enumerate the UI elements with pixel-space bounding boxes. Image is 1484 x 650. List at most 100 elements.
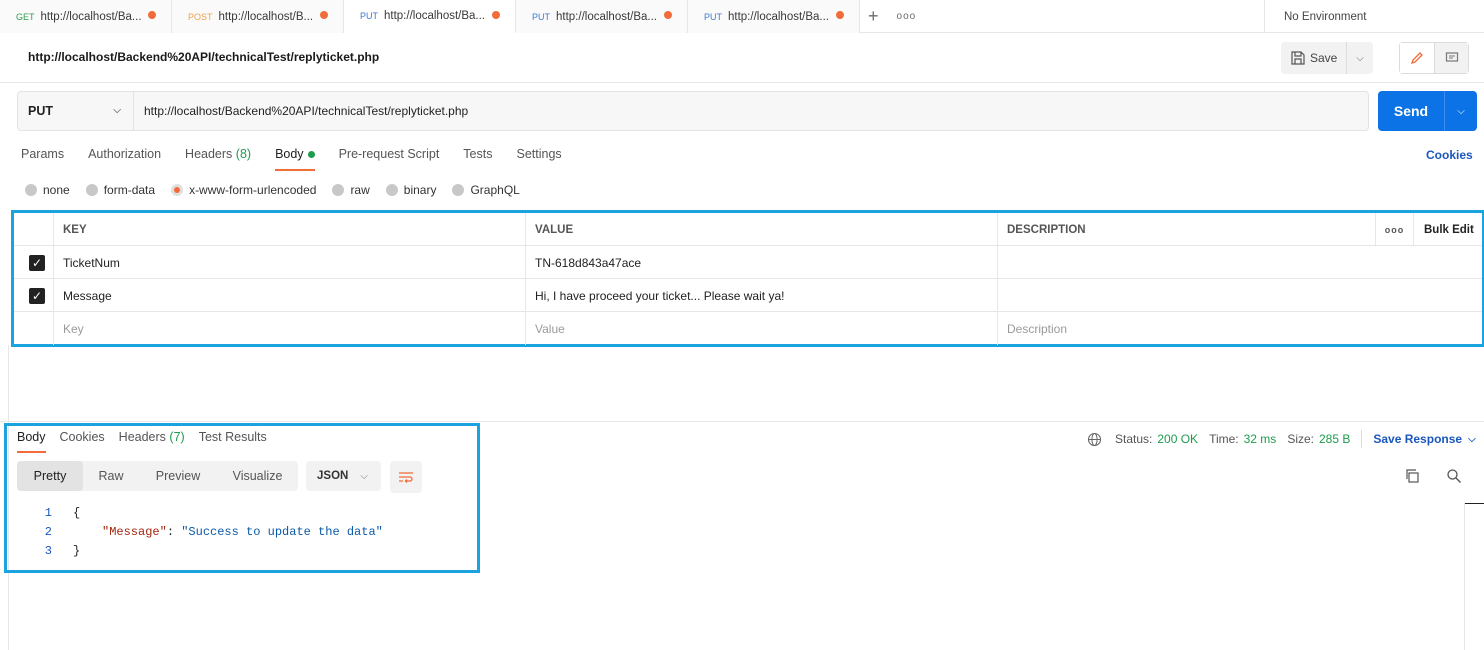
response-view-switch: Pretty Raw Preview Visualize xyxy=(17,461,298,491)
radio-raw[interactable]: raw xyxy=(332,183,370,197)
send-button[interactable]: Send xyxy=(1378,91,1445,131)
active-dot-icon xyxy=(307,151,315,159)
tab-url: http://localhost/Ba... xyxy=(384,10,486,22)
save-response-button[interactable]: Save Response ⌵ xyxy=(1373,432,1475,446)
size-label: Size: xyxy=(1287,432,1314,446)
chevron-down-icon: ⌵ xyxy=(360,470,368,482)
request-header: http://localhost/Backend%20API/technical… xyxy=(0,33,1484,83)
response-headers-count: (7) xyxy=(169,430,185,444)
radio-selected-icon xyxy=(171,184,184,196)
bulk-edit-button[interactable]: Bulk Edit xyxy=(1414,213,1482,246)
wrap-lines-icon xyxy=(399,472,413,483)
radio-form-data[interactable]: form-data xyxy=(85,183,156,197)
copy-icon[interactable] xyxy=(1404,468,1420,484)
documentation-mode-button[interactable] xyxy=(1434,43,1468,73)
view-raw-button[interactable]: Raw xyxy=(83,461,139,491)
row-description[interactable] xyxy=(998,246,1482,279)
response-tab-headers[interactable]: Headers (7) xyxy=(119,428,185,453)
unsaved-dot-icon xyxy=(320,11,328,19)
tab-authorization[interactable]: Authorization xyxy=(88,143,161,171)
json-value: "Success to update the data" xyxy=(181,524,383,539)
row-checkbox[interactable]: ✓ xyxy=(14,246,54,279)
header-check-col xyxy=(14,213,54,246)
checkmark-icon: ✓ xyxy=(29,254,45,271)
radio-label: none xyxy=(43,183,70,197)
response-tab-body[interactable]: Body xyxy=(17,428,46,453)
view-preview-button[interactable]: Preview xyxy=(139,461,217,491)
radio-label: form-data xyxy=(103,183,156,197)
tab-headers[interactable]: Headers (8) xyxy=(185,143,251,171)
response-divider[interactable] xyxy=(0,421,1484,422)
new-description-input[interactable]: Description xyxy=(998,312,1482,345)
search-icon[interactable] xyxy=(1446,468,1462,484)
row-value[interactable]: Hi, I have proceed your ticket... Please… xyxy=(526,279,998,312)
new-value-input[interactable]: Value xyxy=(526,312,998,345)
new-key-input[interactable]: Key xyxy=(54,312,526,345)
status-value[interactable]: 200 OK xyxy=(1157,432,1198,446)
cookies-link[interactable]: Cookies xyxy=(1426,148,1473,162)
view-visualize-button[interactable]: Visualize xyxy=(217,461,298,491)
tab-tests[interactable]: Tests xyxy=(463,143,492,171)
more-options-icon[interactable]: ooo xyxy=(1376,213,1414,246)
request-tab-put-active[interactable]: PUT http://localhost/Ba... xyxy=(344,0,516,33)
headers-count: (8) xyxy=(235,147,252,161)
status-label: Status: xyxy=(1115,432,1153,446)
json-colon: : xyxy=(166,524,182,539)
radio-binary[interactable]: binary xyxy=(385,183,437,197)
tab-method: POST xyxy=(188,11,213,22)
radio-circle-icon xyxy=(385,184,398,196)
send-options-chevron-down-icon[interactable]: ⌵ xyxy=(1445,91,1477,131)
save-options-chevron-down-icon[interactable]: ⌵ xyxy=(1347,53,1373,64)
save-response-label: Save Response xyxy=(1373,432,1463,446)
globe-icon[interactable] xyxy=(1087,432,1102,447)
tab-params[interactable]: Params xyxy=(21,143,64,171)
size-value[interactable]: 285 B xyxy=(1319,432,1350,446)
tab-body[interactable]: Body xyxy=(275,143,315,171)
line-number: 1 xyxy=(44,505,52,520)
response-body-code[interactable]: 1 { 2 "Message" : "Success to update the… xyxy=(20,503,383,560)
row-description[interactable] xyxy=(998,279,1482,312)
more-tabs-icon[interactable]: ooo xyxy=(897,11,917,22)
tab-prerequest-script[interactable]: Pre-request Script xyxy=(339,143,440,171)
tab-url: http://localhost/Ba... xyxy=(556,10,658,23)
tab-url: http://localhost/B... xyxy=(218,10,314,23)
wrap-lines-button[interactable] xyxy=(390,461,422,493)
unsaved-dot-icon xyxy=(664,11,672,19)
radio-urlencoded[interactable]: x-www-form-urlencoded xyxy=(171,183,316,197)
edit-mode-button[interactable] xyxy=(1400,43,1434,73)
url-bar: PUT ⌵ xyxy=(17,91,1369,131)
method-select[interactable]: PUT ⌵ xyxy=(18,92,134,130)
row-value[interactable]: TN-618d843a47ace xyxy=(526,246,998,279)
response-scrollbar[interactable] xyxy=(1464,503,1484,650)
tab-method: PUT xyxy=(704,11,722,22)
body-params-table: KEY VALUE DESCRIPTION ooo Bulk Edit ✓ Ti… xyxy=(11,210,1484,347)
header-value: VALUE xyxy=(526,213,998,246)
request-title[interactable]: http://localhost/Backend%20API/technical… xyxy=(28,50,379,64)
time-label: Time: xyxy=(1209,432,1239,446)
tab-settings[interactable]: Settings xyxy=(516,143,561,171)
view-pretty-button[interactable]: Pretty xyxy=(17,461,83,491)
header-key: KEY xyxy=(54,213,526,246)
time-value[interactable]: 32 ms xyxy=(1244,432,1277,446)
row-checkbox[interactable]: ✓ xyxy=(14,279,54,312)
response-tab-test-results[interactable]: Test Results xyxy=(199,428,267,453)
add-tab-icon[interactable]: + xyxy=(868,6,879,27)
request-tab-put-3[interactable]: PUT http://localhost/Ba... xyxy=(688,0,860,33)
radio-none[interactable]: none xyxy=(25,183,70,197)
radio-graphql[interactable]: GraphQL xyxy=(452,183,520,197)
environment-selector[interactable]: No Environment xyxy=(1264,0,1484,33)
radio-circle-icon xyxy=(332,184,345,196)
url-input[interactable] xyxy=(134,92,1368,130)
table-row-new: Key Value Description xyxy=(14,312,1482,345)
response-tab-cookies[interactable]: Cookies xyxy=(60,428,105,453)
request-tab-put-2[interactable]: PUT http://localhost/Ba... xyxy=(516,0,688,33)
format-select[interactable]: JSON ⌵ xyxy=(306,461,381,491)
radio-label: binary xyxy=(403,183,437,197)
request-tab-post[interactable]: POST http://localhost/B... xyxy=(172,0,344,33)
row-key[interactable]: TicketNum xyxy=(54,246,526,279)
request-tab-get[interactable]: GET http://localhost/Ba... xyxy=(0,0,172,33)
row-key[interactable]: Message xyxy=(54,279,526,312)
save-button[interactable]: Save xyxy=(1281,42,1347,74)
unsaved-dot-icon xyxy=(492,11,500,19)
format-value: JSON xyxy=(317,470,349,482)
